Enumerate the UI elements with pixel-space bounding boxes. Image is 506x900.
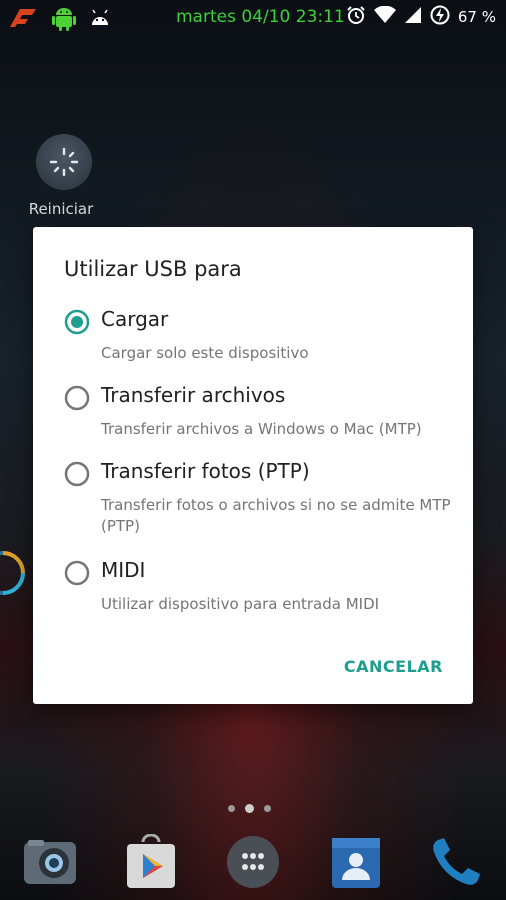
battery-charging-icon xyxy=(430,5,450,29)
side-widget-ring[interactable] xyxy=(0,548,28,598)
cancel-button[interactable]: CANCELAR xyxy=(344,657,443,676)
battery-percent: 67 % xyxy=(457,8,496,26)
dialog-title: Utilizar USB para xyxy=(64,257,242,281)
notification-icons xyxy=(8,4,110,37)
android-head-icon xyxy=(90,9,110,32)
alarm-icon xyxy=(346,5,366,29)
wifi-icon xyxy=(373,5,396,28)
option-description: Transferir archivos a Windows o Mac (MTP… xyxy=(101,420,422,438)
signal-icon xyxy=(404,6,422,28)
system-icons: 67 % xyxy=(346,5,496,29)
option-label: Transferir fotos (PTP) xyxy=(101,459,310,483)
option-label: Transferir archivos xyxy=(101,383,286,407)
option-description: Utilizar dispositivo para entrada MIDI xyxy=(101,595,380,613)
usb-options-dialog: Utilizar USB para Cargar Cargar solo est… xyxy=(33,227,473,704)
radio-unselected-icon[interactable] xyxy=(64,560,90,586)
contacts-icon[interactable] xyxy=(328,834,384,890)
app-drawer-icon[interactable] xyxy=(225,834,281,890)
option-label: MIDI xyxy=(101,558,146,582)
phone-icon[interactable] xyxy=(428,834,484,890)
android-icon xyxy=(50,4,78,37)
page-dot xyxy=(264,805,271,812)
restart-icon xyxy=(36,134,92,190)
ferrari-icon xyxy=(8,7,38,34)
shortcut-label: Reiniciar xyxy=(28,200,94,218)
page-indicator xyxy=(228,804,271,813)
reiniciar-shortcut[interactable]: Reiniciar xyxy=(29,134,98,218)
option-label: Cargar xyxy=(101,307,169,331)
option-description: Cargar solo este dispositivo xyxy=(101,344,309,362)
page-dot-current xyxy=(245,804,254,813)
radio-unselected-icon[interactable] xyxy=(64,461,90,487)
status-bar: martes 04/10 23:11 67 % xyxy=(0,0,506,34)
radio-unselected-icon[interactable] xyxy=(64,385,90,411)
radio-selected-icon[interactable] xyxy=(64,309,90,335)
page-dot xyxy=(228,805,235,812)
option-description: Transferir fotos o archivos si no se adm… xyxy=(101,496,451,535)
dock xyxy=(0,830,506,900)
play-store-icon[interactable] xyxy=(123,833,179,890)
status-datetime: martes 04/10 23:11 xyxy=(176,7,345,27)
camera-icon[interactable] xyxy=(22,834,78,890)
